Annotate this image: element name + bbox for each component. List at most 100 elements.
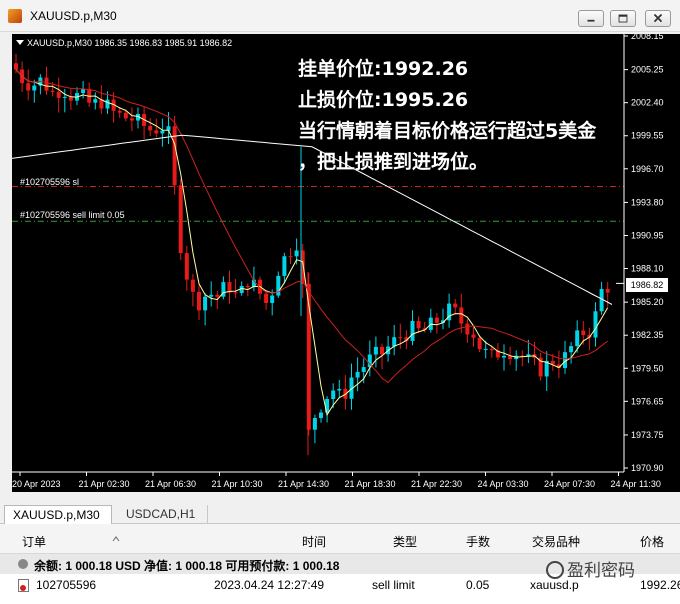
- price-tick-label: 2008.15: [631, 34, 664, 41]
- col-order[interactable]: 订单: [22, 533, 46, 550]
- candle-body: [526, 354, 531, 356]
- price-tick-label: 2002.40: [631, 98, 664, 108]
- candle-body: [312, 418, 317, 430]
- maximize-button[interactable]: [610, 10, 636, 27]
- candle-body: [32, 85, 37, 91]
- overlay-stop-price: 止损价位:1995.26: [298, 89, 469, 111]
- col-symbol[interactable]: 交易品种: [532, 533, 580, 550]
- candle-body: [264, 293, 269, 303]
- candle-body: [282, 256, 287, 276]
- candle-body: [398, 337, 403, 339]
- overlay-rule-line: 当行情朝着目标价格运行超过5美金: [298, 120, 597, 142]
- candle-body: [416, 321, 421, 329]
- stop-loss-line-label: #102705596 sl: [20, 177, 80, 187]
- candle-body: [117, 110, 122, 113]
- close-button[interactable]: [645, 10, 671, 27]
- row-lots: 0.05: [466, 578, 490, 592]
- dropdown-triangle-icon[interactable]: [16, 40, 24, 45]
- col-type[interactable]: 类型: [393, 533, 417, 550]
- candle-body: [477, 337, 482, 350]
- candle-body: [215, 294, 220, 297]
- candle-body: [245, 285, 250, 288]
- candle-body: [270, 295, 275, 303]
- time-tick-label: 21 Apr 14:30: [278, 479, 329, 489]
- close-icon: [653, 13, 663, 23]
- price-tick-label: 1976.65: [631, 396, 664, 406]
- watermark-logo-icon: [546, 561, 564, 579]
- candle-body: [483, 348, 488, 350]
- time-tick-label: 21 Apr 02:30: [79, 479, 130, 489]
- candle-body: [123, 112, 128, 119]
- candle-body: [593, 311, 598, 338]
- overlay-entry-price: 挂单价位:1992.26: [298, 58, 469, 80]
- candle-body: [203, 296, 208, 311]
- candle-body: [453, 303, 458, 308]
- price-tick-label: 1985.20: [631, 297, 664, 307]
- time-tick-label: 24 Apr 11:30: [611, 479, 661, 489]
- summary-dot-icon: [18, 559, 28, 569]
- minimize-button[interactable]: [578, 10, 604, 27]
- candle-body: [502, 355, 506, 358]
- chart-header-text: XAUUSD.p,M30 1986.35 1986.83 1985.91 198…: [27, 38, 233, 48]
- chart-header: XAUUSD.p,M30 1986.35 1986.83 1985.91 198…: [16, 38, 232, 48]
- row-time: 2023.04.24 12:27:49: [214, 578, 325, 592]
- watermark: 盈利密码: [546, 556, 635, 581]
- candle-body: [471, 334, 476, 338]
- pending-order-icon: [18, 579, 29, 592]
- col-price[interactable]: 价格: [640, 533, 664, 550]
- candle-body: [209, 294, 214, 297]
- candle-body: [459, 307, 464, 324]
- time-tick-label: 21 Apr 10:30: [212, 479, 263, 489]
- candle-body: [605, 288, 610, 293]
- price-tick-label: 1988.10: [631, 264, 664, 274]
- time-tick-label: 24 Apr 07:30: [544, 479, 595, 489]
- col-time[interactable]: 时间: [302, 533, 326, 550]
- candle-body: [373, 346, 378, 355]
- candle-body: [337, 388, 342, 391]
- col-lots[interactable]: 手数: [466, 533, 490, 550]
- price-tick-label: 2005.25: [631, 65, 664, 75]
- candle-body: [319, 412, 323, 419]
- candle-body: [227, 282, 232, 293]
- time-tick-label: 21 Apr 22:30: [411, 479, 462, 489]
- candle-body: [56, 91, 61, 98]
- price-tick-label: 1973.75: [631, 430, 664, 440]
- candle-body: [569, 346, 574, 353]
- sell-limit-line-label: #102705596 sell limit 0.05: [20, 210, 125, 220]
- minimize-icon: [587, 19, 595, 22]
- candle-body: [93, 99, 98, 103]
- time-tick-label: 20 Apr 2023: [12, 479, 61, 489]
- window-title: XAUUSD.p,M30: [30, 9, 117, 23]
- candle-body: [331, 390, 336, 400]
- tab-xauusd[interactable]: XAUUSD.p,M30: [4, 505, 112, 524]
- candle-body: [160, 130, 165, 134]
- candle-body: [288, 256, 293, 258]
- candle-body: [575, 330, 580, 347]
- candle-body: [190, 279, 195, 292]
- candle-body: [50, 90, 55, 92]
- candle-body: [294, 250, 299, 257]
- chart-window-icon: [8, 9, 22, 23]
- candle-body: [154, 130, 159, 134]
- candle-body: [355, 371, 360, 378]
- candle-body: [581, 330, 586, 336]
- candle-body: [434, 317, 439, 323]
- chart-tabs: XAUUSD.p,M30 USDCAD,H1: [0, 502, 680, 524]
- candle-body: [14, 63, 18, 70]
- overlay-rule-line-2: ，把止损推到进场位。: [298, 151, 489, 173]
- candle-body: [184, 253, 189, 280]
- time-tick-label: 21 Apr 18:30: [345, 479, 396, 489]
- time-tick-label: 24 Apr 03:30: [478, 479, 529, 489]
- price-tick-label: 1979.50: [631, 363, 664, 373]
- price-tick-label: 1999.55: [631, 131, 664, 141]
- candle-body: [197, 291, 201, 311]
- price-tick-label: 1990.95: [631, 230, 664, 240]
- candle-body: [380, 346, 384, 355]
- watermark-text: 盈利密码: [567, 561, 635, 581]
- last-price-tag: 1986.82: [626, 278, 668, 292]
- row-order: 102705596: [36, 578, 97, 592]
- title-bar: XAUUSD.p,M30: [0, 0, 680, 32]
- tab-usdcad[interactable]: USDCAD,H1: [118, 505, 208, 524]
- candle-body: [178, 185, 183, 254]
- price-tick-label: 1970.90: [631, 463, 664, 473]
